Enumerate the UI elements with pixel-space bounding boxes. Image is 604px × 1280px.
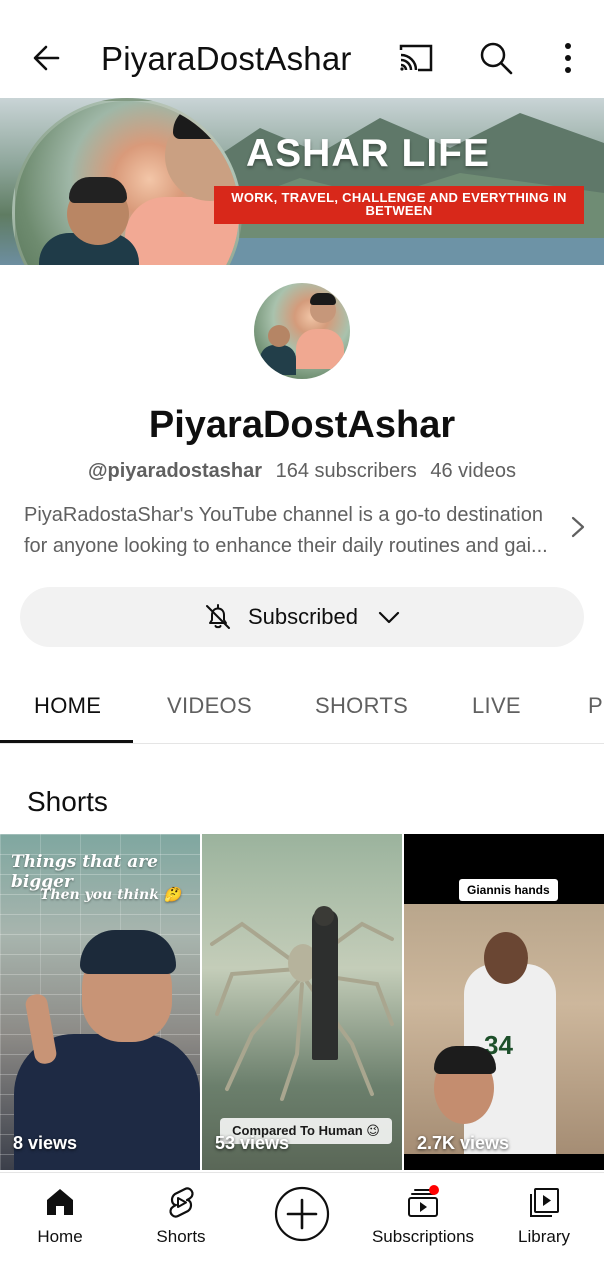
channel-avatar[interactable]: [254, 283, 350, 379]
back-arrow-icon[interactable]: [28, 38, 68, 78]
subscriber-count: 164 subscribers: [275, 460, 417, 482]
short-view-count: 2.7K views: [417, 1133, 510, 1153]
banner-person-hair: [173, 105, 239, 139]
channel-name: PiyaraDostAshar: [148, 404, 456, 446]
short-label: Giannis hands: [459, 879, 558, 901]
app-bar-title: PiyaraDostAshar: [101, 40, 352, 77]
nav-library-label: Library: [518, 1227, 570, 1246]
short-view-count: 8 views: [13, 1133, 78, 1153]
short-person-hair: [80, 930, 176, 974]
avatar-shirt: [296, 329, 344, 369]
active-tab-indicator: [0, 740, 133, 743]
home-icon: [47, 1189, 73, 1215]
bottom-navigation: Home Shorts Subscriptions Library: [0, 1172, 604, 1280]
short-thumbnail[interactable]: Giannis hands 34 2.7K views: [404, 834, 604, 1170]
banner-tagline: WORK, TRAVEL, CHALLENGE AND EVERYTHING I…: [214, 186, 584, 224]
channel-handle: @piyaradostashar: [88, 460, 263, 482]
short-overlay-text-2: Then you think 🤔: [40, 887, 182, 903]
avatar-face-2: [268, 325, 290, 347]
avatar-shirt-2: [260, 345, 296, 375]
banner-person2-hair: [69, 177, 127, 203]
channel-meta: @piyaradostashar 164 subscribers 46 vide…: [0, 460, 604, 483]
shorts-shelf: Things that are bigger Then you think 🤔 …: [0, 834, 604, 1170]
tab-live[interactable]: LIVE: [472, 693, 521, 719]
library-icon: [530, 1188, 559, 1217]
nav-shorts[interactable]: Shorts: [121, 1173, 241, 1280]
nav-home-label: Home: [37, 1227, 83, 1246]
short-thumbnail[interactable]: Things that are bigger Then you think 🤔 …: [0, 834, 200, 1170]
search-icon[interactable]: [476, 38, 516, 78]
nav-subscriptions[interactable]: Subscriptions: [363, 1173, 483, 1280]
subscribed-button[interactable]: Subscribed: [20, 587, 584, 647]
short-thumbnail[interactable]: Compared To Human 😉 53 views: [202, 834, 402, 1170]
tab-home[interactable]: HOME: [34, 693, 101, 719]
man-head: [314, 906, 334, 926]
spider-crab-image: [210, 921, 394, 1101]
nav-home[interactable]: Home: [0, 1173, 120, 1280]
video-count: 46 videos: [430, 460, 516, 482]
short-bottom-bar: [404, 1154, 604, 1170]
more-vertical-icon[interactable]: [548, 38, 588, 78]
player-head: [484, 932, 528, 984]
channel-banner: ASHAR LIFE WORK, TRAVEL, CHALLENGE AND E…: [0, 98, 604, 265]
subscribed-label: Subscribed: [247, 604, 359, 629]
channel-tabs: HOME VIDEOS SHORTS LIVE P: [0, 676, 604, 744]
shorts-icon: [169, 1187, 194, 1218]
description-line-2: for anyone looking to enhance their dail…: [24, 535, 548, 557]
tab-partial[interactable]: P: [588, 693, 603, 719]
description-line-1: PiyaRadostaShar's YouTube channel is a g…: [24, 504, 543, 526]
shorts-section-title: Shorts: [27, 786, 108, 817]
tab-shorts[interactable]: SHORTS: [315, 693, 408, 719]
nav-shorts-label: Shorts: [156, 1227, 206, 1246]
nav-library[interactable]: Library: [484, 1173, 604, 1280]
nav-subscriptions-label: Subscriptions: [371, 1227, 475, 1246]
app-bar: PiyaraDostAshar: [0, 0, 604, 98]
avatar-hair: [310, 293, 336, 305]
cast-icon[interactable]: [396, 38, 436, 78]
short-overlay-text-1: Things that are bigger: [11, 852, 158, 892]
subscriptions-icon: [408, 1185, 439, 1217]
tab-videos[interactable]: VIDEOS: [167, 693, 252, 719]
creator-hair: [434, 1046, 496, 1074]
bell-off-icon: [205, 604, 230, 629]
channel-description[interactable]: PiyaRadostaShar's YouTube channel is a g…: [24, 500, 554, 562]
create-plus-icon[interactable]: [274, 1186, 330, 1242]
chevron-right-icon[interactable]: [566, 512, 590, 542]
banner-title: ASHAR LIFE: [246, 132, 490, 175]
man-silhouette: [312, 910, 338, 1060]
chevron-down-icon: [378, 611, 400, 624]
short-view-count: 53 views: [215, 1133, 290, 1153]
